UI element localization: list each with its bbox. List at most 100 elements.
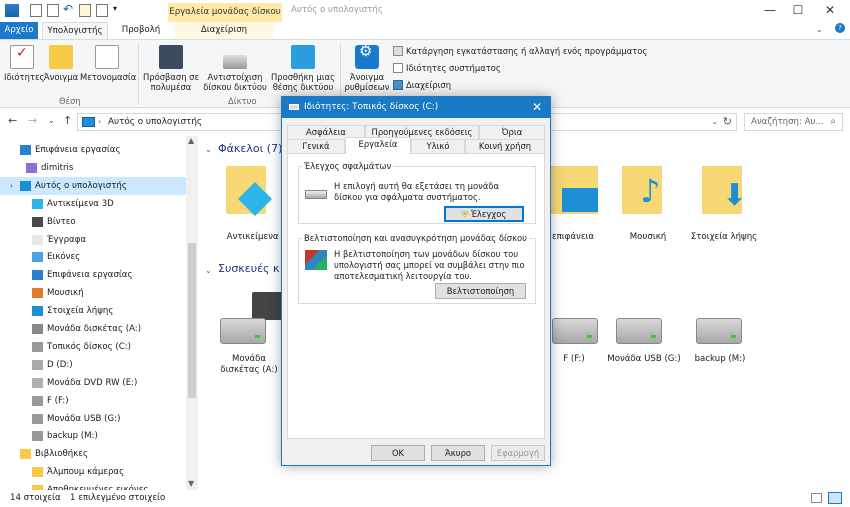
drive-label-2: δισκέτας (A:) bbox=[220, 365, 278, 375]
nav-item[interactable]: Επιφάνεια εργασίας bbox=[0, 141, 186, 159]
nav-item[interactable]: Εικόνες bbox=[0, 248, 186, 266]
map-network-drive-button[interactable]: Αντιστοίχιση δίσκου δικτύου bbox=[201, 45, 269, 92]
check-button[interactable]: ⛨ Έλεγχος bbox=[444, 206, 524, 222]
nav-item-icon bbox=[32, 288, 43, 299]
nav-item[interactable]: Τοπικός δίσκος (C:) bbox=[0, 338, 186, 356]
help-icon[interactable]: ? bbox=[835, 23, 845, 33]
address-dropdown-icon[interactable]: ⌄ bbox=[711, 117, 718, 126]
nav-item-icon bbox=[20, 449, 31, 460]
map-drive-label-2: δίσκου δικτύου bbox=[203, 82, 267, 92]
properties-label: Ιδιότητες bbox=[4, 72, 45, 82]
scroll-up-icon[interactable]: ▲ bbox=[188, 136, 194, 145]
undo-icon[interactable]: ↶ bbox=[63, 2, 73, 16]
error-checking-title: Έλεγχος σφαλμάτων bbox=[302, 161, 394, 171]
nav-item[interactable]: Άλμπουμ κάμερας bbox=[0, 463, 186, 481]
folder-quick-icon[interactable] bbox=[79, 4, 91, 17]
devices-section-header[interactable]: Συσκευές κ bbox=[218, 262, 279, 275]
open-folder-icon bbox=[49, 45, 73, 69]
drive-label: backup (M:) bbox=[694, 354, 746, 364]
nav-item[interactable]: backup (M:) bbox=[0, 427, 186, 445]
selected-count: 1 επιλεγμένο στοιχείο bbox=[70, 493, 166, 503]
tab-general[interactable]: Γενικά bbox=[287, 139, 345, 153]
details-view-icon[interactable] bbox=[811, 493, 822, 503]
back-arrow-icon[interactable]: ← bbox=[8, 114, 17, 127]
hard-drive-icon bbox=[616, 318, 662, 344]
nav-item-label: Αυτός ο υπολογιστής bbox=[35, 180, 127, 191]
expand-chevron-icon[interactable]: › bbox=[10, 177, 13, 195]
uninstall-program-button[interactable]: Κατάργηση εγκατάστασης ή αλλαγή ενός προ… bbox=[393, 46, 647, 56]
manage-button[interactable]: Διαχείριση bbox=[393, 80, 451, 90]
forward-arrow-icon[interactable]: → bbox=[28, 114, 37, 127]
large-icons-view-icon[interactable] bbox=[828, 492, 842, 504]
refresh-icon[interactable]: ↻ bbox=[723, 115, 732, 128]
scroll-down-icon[interactable]: ▼ bbox=[188, 479, 194, 488]
checklist-quick-icon[interactable] bbox=[96, 4, 108, 17]
recent-locations-chevron-icon[interactable]: ⌄ bbox=[48, 116, 55, 125]
folder-label: Στοιχεία λήψης bbox=[690, 232, 758, 242]
nav-item[interactable]: Μουσική bbox=[0, 284, 186, 302]
minimize-button[interactable]: — bbox=[755, 0, 785, 22]
nav-item-label: Μονάδα δισκέτας (A:) bbox=[47, 324, 142, 334]
add-network-location-button[interactable]: Προσθήκη μιας θέσης δικτύου bbox=[270, 45, 336, 92]
folder-item[interactable]: ⬇ Στοιχεία λήψης bbox=[691, 166, 776, 246]
nav-item[interactable]: Έγγραφα bbox=[0, 231, 186, 249]
nav-item[interactable]: dimitris bbox=[0, 159, 186, 177]
tab-tools[interactable]: Εργαλεία bbox=[345, 137, 411, 154]
access-media-button[interactable]: Πρόσβαση σε πολυμέσα bbox=[142, 45, 200, 92]
nav-scroll-thumb[interactable] bbox=[188, 243, 196, 398]
folders-section-header[interactable]: Φάκελοι (7) bbox=[218, 142, 282, 155]
rename-button[interactable]: Μετονομασία bbox=[80, 45, 136, 82]
nav-item[interactable]: Βίντεο bbox=[0, 213, 186, 231]
drive-item[interactable]: backup (M:) bbox=[688, 316, 768, 366]
tab-computer[interactable]: Υπολογιστής bbox=[42, 22, 108, 39]
tab-manage[interactable]: Διαχείριση bbox=[174, 22, 274, 39]
ok-button[interactable]: OK bbox=[371, 445, 425, 461]
nav-item[interactable]: Αυτός ο υπολογιστής › bbox=[0, 176, 186, 195]
tab-view[interactable]: Προβολή bbox=[113, 22, 169, 39]
nav-item[interactable]: Μονάδα DVD RW (E:) bbox=[0, 374, 186, 392]
tab-sharing[interactable]: Κοινή χρήση bbox=[465, 139, 545, 153]
nav-item[interactable]: Βιβλιοθήκες bbox=[0, 445, 186, 463]
tools-tab-panel: Έλεγχος σφαλμάτων Η επιλογή αυτή θα εξετ… bbox=[287, 153, 545, 439]
close-button[interactable]: ✕ bbox=[815, 0, 845, 22]
computer-management-icon bbox=[393, 80, 403, 90]
tab-file[interactable]: Αρχείο bbox=[0, 22, 38, 39]
dialog-title-bar: Ιδιότητες: Τοπικός δίσκος (C:) ✕ bbox=[282, 97, 550, 118]
tab-hardware[interactable]: Υλικό bbox=[411, 139, 465, 153]
up-arrow-icon[interactable]: ↑ bbox=[63, 114, 72, 127]
nav-item[interactable]: Μονάδα USB (G:) bbox=[0, 410, 186, 428]
download-arrow-icon: ⬇ bbox=[722, 178, 748, 213]
devices-collapse-chevron-icon[interactable]: ⌄ bbox=[205, 266, 212, 275]
nav-item-label: Στοιχεία λήψης bbox=[47, 306, 114, 317]
open-button[interactable]: Άνοιγμα bbox=[42, 45, 80, 82]
nav-item-label: Εικόνες bbox=[47, 252, 81, 263]
dialog-close-icon[interactable]: ✕ bbox=[532, 97, 542, 118]
this-pc-icon bbox=[82, 117, 95, 127]
breadcrumb-chevron-icon[interactable]: › bbox=[98, 117, 101, 126]
nav-item[interactable]: Επιφάνεια εργασίας bbox=[0, 266, 186, 284]
drive-item[interactable]: F (F:) bbox=[548, 316, 608, 366]
tab-quota[interactable]: Όρια bbox=[479, 125, 545, 139]
nav-item-icon bbox=[20, 145, 31, 155]
nav-item[interactable]: Στοιχεία λήψης bbox=[0, 302, 186, 320]
folders-collapse-chevron-icon[interactable]: ⌄ bbox=[205, 145, 212, 154]
nav-item[interactable]: D (D:) bbox=[0, 356, 186, 374]
ribbon-expand-icon[interactable]: ⌄ bbox=[816, 25, 823, 34]
apply-button[interactable]: Εφαρμογή bbox=[491, 445, 545, 461]
properties-button[interactable]: ✓ Ιδιότητες bbox=[4, 45, 44, 82]
cancel-button[interactable]: Άκυρο bbox=[431, 445, 485, 461]
new-folder-quick-icon[interactable] bbox=[47, 4, 59, 17]
search-box[interactable]: Αναζήτηση: Αυ... ⌕ bbox=[744, 113, 843, 131]
optimize-button[interactable]: Βελτιστοποίηση bbox=[435, 283, 526, 299]
nav-item-label: Έγγραφα bbox=[47, 234, 87, 245]
system-properties-button[interactable]: Ιδιότητες συστήματος bbox=[393, 63, 501, 73]
customize-dropdown-icon[interactable]: ▾ bbox=[113, 4, 117, 13]
hard-drive-icon bbox=[696, 318, 742, 344]
maximize-button[interactable]: ☐ bbox=[783, 0, 813, 22]
nav-item[interactable]: Μονάδα δισκέτας (A:) bbox=[0, 320, 186, 338]
nav-item[interactable]: Αντικείμενα 3D bbox=[0, 195, 186, 213]
open-settings-button[interactable]: ⚙ Άνοιγμα ρυθμίσεων bbox=[343, 44, 391, 93]
drive-label: Μονάδα bbox=[231, 354, 267, 364]
nav-item[interactable]: F (F:) bbox=[0, 392, 186, 410]
properties-quick-icon[interactable] bbox=[30, 4, 42, 17]
